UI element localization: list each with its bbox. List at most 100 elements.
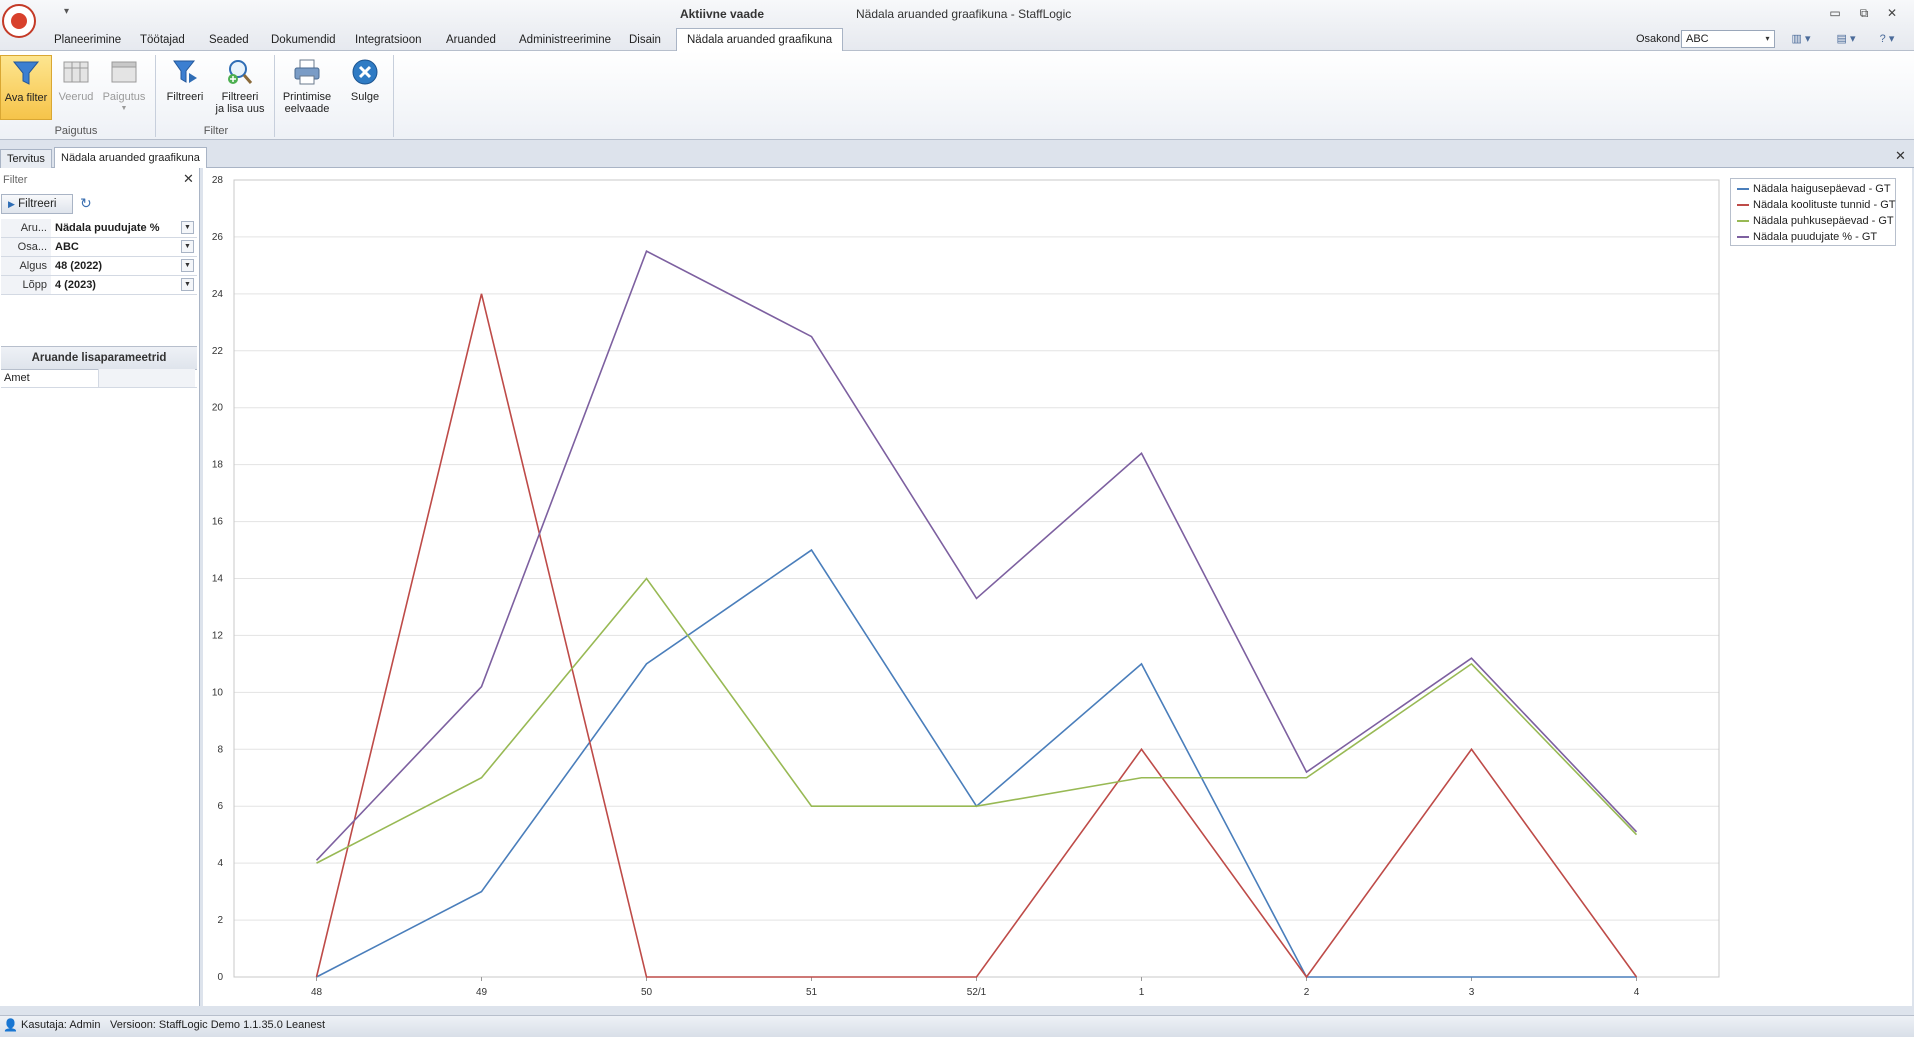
x-tick-label: 51	[806, 987, 818, 998]
tab-tootajad[interactable]: Töötajad	[130, 30, 195, 50]
y-tick-label: 18	[212, 460, 224, 471]
chart-area: 0 2 4 6 8 10 12 14 16 18 20 22 24 26 28 48 49 50 51 52/1 1 2 3…	[203, 168, 1912, 1006]
paigutus-button[interactable]: Paigutus ▼	[100, 55, 148, 120]
y-tick-label: 16	[212, 517, 224, 528]
param-row-aruanne[interactable]: Aru... Nädala puudujate % ▼	[1, 219, 197, 238]
filtreeri-button[interactable]: ▶ Filtreeri	[1, 194, 73, 214]
y-tick-label: 20	[212, 403, 224, 414]
legend-label: Nädala puudujate % - GT	[1753, 231, 1878, 243]
param-row-osakond[interactable]: Osa... ABC ▼	[1, 238, 197, 257]
x-tick-label: 2	[1304, 987, 1310, 998]
legend-label: Nädala puhkusepäevad - GT	[1753, 215, 1894, 227]
minimize-icon[interactable]: ▭	[1826, 6, 1844, 20]
param-row-algus[interactable]: Algus 48 (2022) ▼	[1, 257, 197, 276]
legend-item: Nädala koolituste tunnid - GT	[1737, 197, 1895, 213]
veerud-label: Veerud	[58, 91, 94, 103]
y-tick-label: 12	[212, 630, 224, 641]
group-paigutus-label: Paigutus	[54, 125, 98, 137]
tab-disain[interactable]: Disain	[619, 30, 671, 50]
help-icon[interactable]: ? ▾	[1874, 31, 1900, 47]
param-value[interactable]: 4 (2023)	[53, 276, 181, 294]
sulge-button[interactable]: Sulge	[342, 55, 388, 120]
ava-filter-label: Ava filter	[4, 92, 48, 104]
extra-param-row-amet[interactable]: Amet	[1, 369, 197, 388]
close-filter-icon[interactable]: ✕	[183, 171, 194, 187]
param-value[interactable]: ABC	[53, 238, 181, 256]
filter-panel-title: Filter	[3, 174, 28, 186]
doc-tab-tervitus[interactable]: Tervitus	[0, 149, 52, 168]
printimise-label-1: Printimise	[282, 91, 332, 103]
veerud-button[interactable]: Veerud	[55, 55, 97, 120]
y-tick-label: 6	[217, 801, 223, 812]
y-tick-label: 0	[217, 972, 223, 983]
y-tick-label: 26	[212, 232, 224, 243]
y-tick-label: 14	[212, 574, 224, 585]
columns-icon	[63, 61, 89, 83]
tab-planeerimine[interactable]: Planeerimine	[44, 30, 131, 50]
legend-item: Nädala puudujate % - GT	[1737, 229, 1877, 245]
x-tick-label: 3	[1469, 987, 1475, 998]
param-value[interactable]: Nädala puudujate %	[53, 219, 181, 237]
param-value[interactable]: 48 (2022)	[53, 257, 181, 275]
extra-param-label: Amet	[4, 369, 99, 387]
tab-integratsioon[interactable]: Integratsioon	[345, 30, 432, 50]
refresh-icon[interactable]: ↻	[80, 195, 92, 212]
y-tick-label: 22	[212, 346, 224, 357]
x-tick-label: 48	[311, 987, 323, 998]
filtreeri-ribbon-label: Filtreeri	[166, 91, 204, 103]
window-icon[interactable]: ▤ ▾	[1833, 31, 1859, 47]
y-tick-label: 8	[217, 744, 223, 755]
close-circle-icon	[352, 59, 378, 85]
param-label: Osa...	[1, 238, 51, 256]
mode-title: Aktiivne vaade	[679, 7, 765, 21]
play-icon: ▶	[8, 199, 15, 209]
document-tab-strip	[0, 146, 1914, 168]
filter-run-icon	[173, 60, 197, 83]
tab-seaded[interactable]: Seaded	[199, 30, 259, 50]
filtreeri-ribbon-button[interactable]: Filtreeri	[162, 55, 208, 120]
printer-icon	[294, 59, 320, 85]
filtreeri-ja-lisa-label-2: ja lisa uus	[215, 103, 265, 115]
filtreeri-ja-lisa-button[interactable]: Filtreeri ja lisa uus	[212, 55, 268, 120]
x-tick-label: 52/1	[967, 987, 987, 998]
osakond-dropdown-icon[interactable]: ▾	[1761, 31, 1774, 47]
legend-label: Nädala haigusepäevad - GT	[1753, 183, 1891, 195]
legend-swatch	[1737, 188, 1749, 191]
y-tick-label: 10	[212, 687, 224, 698]
series-line	[316, 548, 1637, 978]
chevron-down-icon[interactable]: ▼	[181, 259, 194, 272]
x-tick-label: 1	[1139, 987, 1145, 998]
legend-swatch	[1737, 220, 1749, 223]
param-label: Aru...	[1, 219, 51, 237]
chevron-down-icon[interactable]: ▼	[181, 240, 194, 253]
series-line	[315, 250, 1638, 861]
paigutus-dropdown-icon: ▼	[120, 105, 128, 112]
close-window-icon[interactable]: ✕	[1883, 6, 1901, 20]
funnel-icon	[12, 61, 40, 85]
extra-param-value[interactable]	[99, 369, 195, 387]
series-line	[316, 577, 1638, 864]
x-tick-label: 50	[641, 987, 653, 998]
y-tick-label: 2	[217, 915, 223, 926]
layout-icon[interactable]: ▥ ▾	[1788, 31, 1814, 47]
tab-dokumendid[interactable]: Dokumendid	[261, 30, 346, 50]
legend-label: Nädala koolituste tunnid - GT	[1753, 199, 1896, 211]
restore-icon[interactable]: ⧉	[1855, 6, 1873, 20]
tab-administreerimine[interactable]: Administreerimine	[509, 30, 621, 50]
param-label: Lõpp	[1, 276, 51, 294]
window-title: Nädala aruanded graafikuna - StaffLogic	[856, 7, 1072, 21]
group-filter-label: Filter	[203, 125, 229, 137]
chevron-down-icon[interactable]: ▼	[181, 278, 194, 291]
legend-item: Nädala puhkusepäevad - GT	[1737, 213, 1894, 229]
paigutus-label: Paigutus	[102, 91, 146, 103]
param-row-lopp[interactable]: Lõpp 4 (2023) ▼	[1, 276, 197, 295]
tab-aruanded[interactable]: Aruanded	[436, 30, 506, 50]
doc-tab-nadala-aruanded[interactable]: Nädala aruanded graafikuna	[54, 147, 207, 168]
printimise-eelvaade-button[interactable]: Printimise eelvaade	[280, 55, 334, 120]
tab-nadala-aruanded[interactable]: Nädala aruanded graafikuna	[676, 28, 844, 51]
chevron-down-icon[interactable]: ▼	[181, 221, 194, 234]
status-version: Versioon: StaffLogic Demo 1.1.35.0 Leane…	[110, 1019, 326, 1031]
close-document-icon[interactable]: ✕	[1895, 148, 1906, 164]
layout-grid-icon	[111, 61, 137, 83]
ava-filter-button[interactable]: Ava filter	[0, 55, 52, 120]
